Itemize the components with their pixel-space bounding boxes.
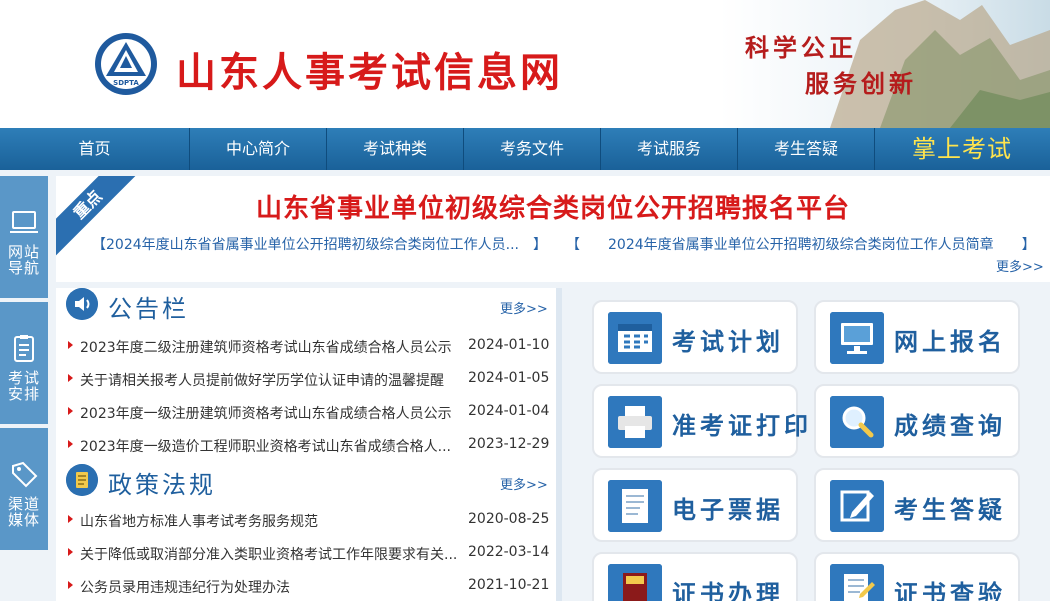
service-label: 证书查验 [894, 580, 1006, 601]
service-candidate-faq[interactable]: 考生答疑 [814, 468, 1020, 542]
service-certificate-processing[interactable]: 证书办理 [592, 552, 798, 601]
service-certificate-verification[interactable]: 证书查验 [814, 552, 1020, 601]
notice-row-date: 2023-12-29 [468, 436, 550, 452]
policy-header: 政策法规 更多>> [66, 464, 548, 499]
service-label: 成绩查询 [894, 412, 1006, 440]
tag-icon [12, 461, 38, 488]
nav-mobile-exam[interactable]: 掌上考试 [875, 128, 1049, 170]
highlight-links: 【2024年度山东省省属事业单位公开招聘初级综合类岗位工作人员... 】 【 2… [92, 234, 1050, 254]
sidebar-label: 渠道媒体 [7, 495, 40, 529]
highlight-link[interactable]: 【2024年度山东省省属事业单位公开招聘初级综合类岗位工作人员... 】 [92, 234, 547, 254]
policy-more-link[interactable]: 更多>> [500, 474, 548, 493]
notice-row-title[interactable]: 关于请相关报考人员提前做好学历学位认证申请的温馨提醒 [80, 370, 458, 390]
policy-row-title[interactable]: 关于降低或取消部分准入类职业资格考试工作年限要求有关... [80, 544, 458, 564]
sidebar-item-site-nav[interactable]: 网站导航 [0, 176, 48, 298]
calendar-icon [608, 312, 662, 364]
sidebar-item-media[interactable]: 渠道媒体 [0, 428, 48, 550]
notice-row-title[interactable]: 2023年度一级注册建筑师资格考试山东省成绩合格人员公示 [80, 403, 458, 423]
bullet-arrow-icon [68, 581, 73, 589]
printer-icon [608, 396, 662, 448]
speaker-icon [66, 288, 98, 320]
notice-more-link[interactable]: 更多>> [500, 298, 548, 317]
notice-row-title[interactable]: 2023年度二级注册建筑师资格考试山东省成绩合格人员公示 [80, 337, 458, 357]
clipboard-icon [14, 335, 34, 362]
main-nav: 首页 中心简介 考试种类 考务文件 考试服务 考生答疑 掌上考试 [0, 128, 1050, 170]
policy-row-title[interactable]: 公务员录用违规违纪行为处理办法 [80, 577, 458, 597]
certificate-icon [830, 564, 884, 601]
service-exam-plan[interactable]: 考试计划 [592, 300, 798, 374]
notice-row[interactable]: 2023年度二级注册建筑师资格考试山东省成绩合格人员公示 2024-01-10 [66, 336, 550, 358]
logo-text: SDPTA [113, 79, 139, 87]
policy-row[interactable]: 公务员录用违规违纪行为处理办法 2021-10-21 [66, 576, 550, 598]
nav-home[interactable]: 首页 [0, 128, 190, 170]
policy-row-title[interactable]: 山东省地方标准人事考试考务服务规范 [80, 511, 458, 531]
nav-about[interactable]: 中心简介 [190, 128, 327, 170]
sidebar-label: 网站导航 [7, 243, 40, 277]
nav-services[interactable]: 考试服务 [601, 128, 738, 170]
edit-icon [830, 480, 884, 532]
bullet-arrow-icon [68, 407, 73, 415]
slogan-line-2: 服务创新 [805, 70, 917, 98]
service-online-registration[interactable]: 网上报名 [814, 300, 1020, 374]
service-grid: 考试计划 网上报名 准考证打印 成绩查询 电子票据 考生答疑 证书办理 证书查验 [562, 288, 1050, 601]
highlight-more-link[interactable]: 更多>> [996, 256, 1044, 275]
bullet-arrow-icon [68, 548, 73, 556]
service-label: 网上报名 [894, 328, 1006, 356]
service-score-query[interactable]: 成绩查询 [814, 384, 1020, 458]
notice-row-title[interactable]: 2023年度一级造价工程师职业资格考试山东省成绩合格人... [80, 436, 458, 456]
book-icon [608, 564, 662, 601]
news-panel: 公告栏 更多>> 2023年度二级注册建筑师资格考试山东省成绩合格人员公示 20… [56, 288, 556, 601]
bullet-arrow-icon [68, 440, 73, 448]
service-label: 电子票据 [672, 496, 784, 524]
policy-row-date: 2020-08-25 [468, 511, 550, 527]
policy-title: 政策法规 [108, 471, 216, 499]
nav-faq[interactable]: 考生答疑 [738, 128, 875, 170]
bullet-arrow-icon [68, 374, 73, 382]
service-label: 考生答疑 [894, 496, 1006, 524]
document-icon [66, 464, 98, 496]
notice-row-date: 2024-01-05 [468, 370, 550, 386]
policy-row[interactable]: 山东省地方标准人事考试考务服务规范 2020-08-25 [66, 510, 550, 532]
bullet-arrow-icon [68, 515, 73, 523]
monitor-icon [830, 312, 884, 364]
service-label: 准考证打印 [672, 412, 812, 440]
notice-header: 公告栏 更多>> [66, 288, 548, 323]
left-sidebar: 网站导航 考试安排 渠道媒体 [0, 176, 48, 601]
notice-row[interactable]: 关于请相关报考人员提前做好学历学位认证申请的温馨提醒 2024-01-05 [66, 369, 550, 391]
notice-row-date: 2024-01-10 [468, 337, 550, 353]
policy-row[interactable]: 关于降低或取消部分准入类职业资格考试工作年限要求有关... 2022-03-14 [66, 543, 550, 565]
magnifier-icon [830, 396, 884, 448]
highlight-title[interactable]: 山东省事业单位初级综合类岗位公开招聘报名平台 [56, 188, 1050, 225]
document-icon [608, 480, 662, 532]
sidebar-item-exam-schedule[interactable]: 考试安排 [0, 302, 48, 424]
service-label: 证书办理 [672, 580, 784, 601]
site-title[interactable]: 山东人事考试信息网 [176, 40, 563, 98]
notice-row[interactable]: 2023年度一级注册建筑师资格考试山东省成绩合格人员公示 2024-01-04 [66, 402, 550, 424]
page-root: SDPTA 山东人事考试信息网 科学公正 服务创新 首页 中心简介 考试种类 考… [0, 0, 1050, 601]
notice-row[interactable]: 2023年度一级造价工程师职业资格考试山东省成绩合格人... 2023-12-2… [66, 435, 550, 457]
highlight-panel: 重点 山东省事业单位初级综合类岗位公开招聘报名平台 【2024年度山东省省属事业… [56, 176, 1050, 282]
slogan-line-1: 科学公正 [745, 34, 857, 62]
policy-row-date: 2021-10-21 [468, 577, 550, 593]
service-e-invoice[interactable]: 电子票据 [592, 468, 798, 542]
notice-row-date: 2024-01-04 [468, 403, 550, 419]
bullet-arrow-icon [68, 341, 73, 349]
service-admission-ticket[interactable]: 准考证打印 [592, 384, 808, 458]
notice-title: 公告栏 [108, 295, 189, 323]
policy-row-date: 2022-03-14 [468, 544, 550, 560]
nav-exam-types[interactable]: 考试种类 [327, 128, 464, 170]
nav-documents[interactable]: 考务文件 [464, 128, 601, 170]
sdpta-logo: SDPTA [95, 33, 157, 95]
highlight-link[interactable]: 【 2024年度省属事业单位公开招聘初级综合类岗位工作人员简章 】 [566, 234, 1036, 254]
service-label: 考试计划 [672, 328, 784, 356]
site-header: SDPTA 山东人事考试信息网 科学公正 服务创新 [0, 0, 1050, 128]
laptop-icon [10, 211, 38, 233]
sidebar-label: 考试安排 [7, 369, 40, 403]
